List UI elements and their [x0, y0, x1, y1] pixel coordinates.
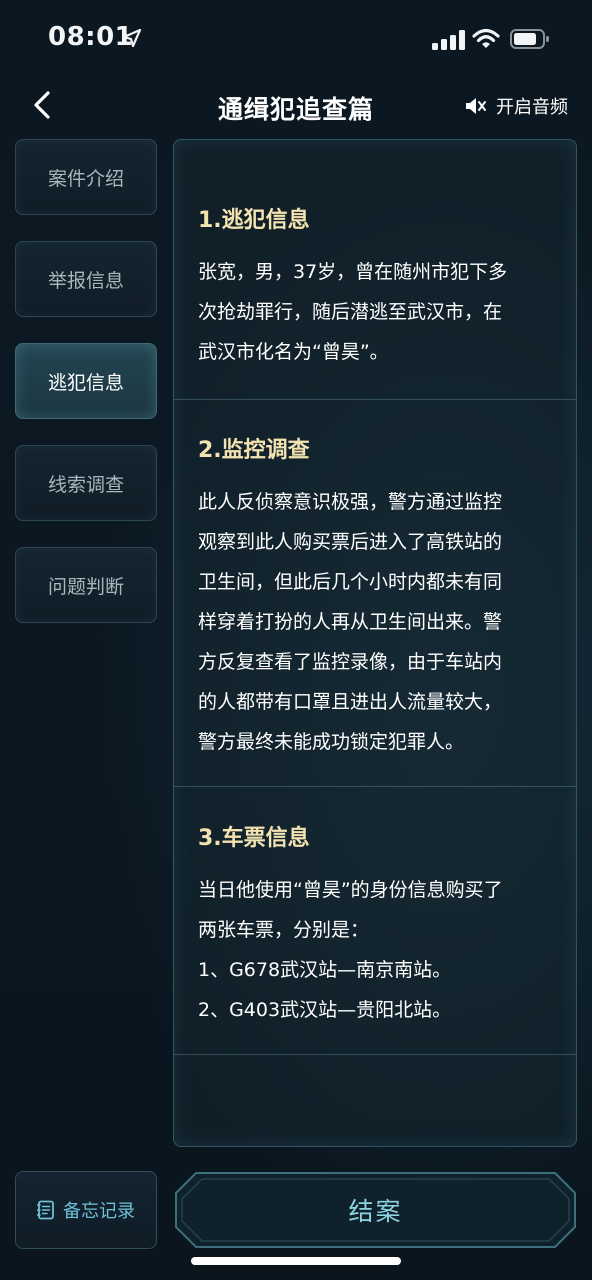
location-arrow-icon: [122, 28, 142, 48]
cellular-signal-icon: [432, 30, 465, 50]
body-line: 此人反侦察意识极强，警方通过监控: [198, 491, 503, 513]
section-body: 此人反侦察意识极强，警方通过监控 观察到此人购买票后进入了高铁站的 卫生间，但此…: [198, 482, 558, 762]
body-line: 两张车票，分别是：: [198, 919, 370, 941]
section-divider: [174, 399, 576, 400]
section-fugitive-info: 1.逃犯信息 张宽，男，37岁，曾在随州市犯下多 次抢劫罪行，随后潜逃至武汉市，…: [198, 202, 558, 372]
audio-toggle-button[interactable]: 开启音频: [464, 92, 568, 120]
body-line: 样穿着打扮的人再从卫生间出来。警: [198, 611, 503, 633]
content-panel[interactable]: 1.逃犯信息 张宽，男，37岁，曾在随州市犯下多 次抢劫罪行，随后潜逃至武汉市，…: [173, 139, 577, 1147]
memo-button[interactable]: 备忘记录: [15, 1171, 157, 1249]
status-bar: 08:01: [0, 0, 592, 80]
body-line: 武汉市化名为“曾昊”。: [198, 341, 389, 363]
body-line: 1、G678武汉站—南京南站。: [198, 959, 452, 981]
section-title: 2.监控调查: [198, 438, 310, 463]
speaker-muted-icon: [466, 98, 486, 114]
section-body: 张宽，男，37岁，曾在随州市犯下多 次抢劫罪行，随后潜逃至武汉市，在 武汉市化名…: [198, 252, 558, 372]
sidebar-item-label: 问题判断: [47, 575, 124, 598]
sidebar-item-question-judgment[interactable]: 问题判断: [15, 547, 157, 623]
body-line: 张宽，男，37岁，曾在随州市犯下多: [198, 261, 508, 283]
close-case-button[interactable]: 结案: [174, 1171, 577, 1249]
body-line: 卫生间，但此后几个小时内都未有同: [198, 571, 503, 593]
header: 通缉犯追查篇 开启音频: [0, 80, 592, 132]
sidebar-item-clue-investigation[interactable]: 线索调查: [15, 445, 157, 521]
section-divider: [174, 1054, 576, 1055]
status-time: 08:01: [48, 22, 134, 52]
body-line: 次抢劫罪行，随后潜逃至武汉市，在: [198, 301, 503, 323]
audio-toggle-label: 开启音频: [496, 97, 568, 118]
memo-icon: [37, 1200, 54, 1220]
body-line: 观察到此人购买票后进入了高铁站的: [198, 531, 503, 553]
sidebar: 案件介绍 举报信息 逃犯信息 线索调查 问题判断: [15, 139, 157, 649]
memo-label: 备忘记录: [63, 1201, 135, 1222]
home-indicator: [191, 1257, 401, 1265]
wifi-icon: [472, 28, 500, 48]
section-title: 1.逃犯信息: [198, 208, 310, 233]
sidebar-item-label: 举报信息: [47, 269, 124, 292]
battery-icon: [510, 29, 549, 49]
body-line: 方反复查看了监控录像，由于车站内: [198, 651, 503, 673]
sidebar-item-label: 逃犯信息: [47, 371, 124, 394]
body-line: 的人都带有口罩且进出人流量较大，: [198, 691, 503, 713]
section-surveillance: 2.监控调查 此人反侦察意识极强，警方通过监控 观察到此人购买票后进入了高铁站的…: [198, 432, 558, 762]
close-case-label: 结案: [348, 1197, 403, 1226]
body-line: 当日他使用“曾昊”的身份信息购买了: [198, 879, 503, 901]
body-line: 2、G403武汉站—贵阳北站。: [198, 999, 452, 1021]
sidebar-item-label: 线索调查: [47, 473, 124, 496]
section-divider: [174, 786, 576, 787]
sidebar-item-case-intro[interactable]: 案件介绍: [15, 139, 157, 215]
sidebar-item-label: 案件介绍: [47, 167, 124, 190]
section-body: 当日他使用“曾昊”的身份信息购买了 两张车票，分别是： 1、G678武汉站—南京…: [198, 870, 558, 1030]
sidebar-item-fugitive-info[interactable]: 逃犯信息: [15, 343, 157, 419]
section-ticket-info: 3.车票信息 当日他使用“曾昊”的身份信息购买了 两张车票，分别是： 1、G67…: [198, 820, 558, 1030]
section-title: 3.车票信息: [198, 826, 310, 851]
sidebar-item-report-info[interactable]: 举报信息: [15, 241, 157, 317]
screen: 08:01 通缉犯追查篇 开启音频 案件介绍 举报信息 逃犯信息 线索调查 问题…: [0, 0, 592, 1280]
body-line: 警方最终未能成功锁定犯罪人。: [198, 731, 465, 753]
